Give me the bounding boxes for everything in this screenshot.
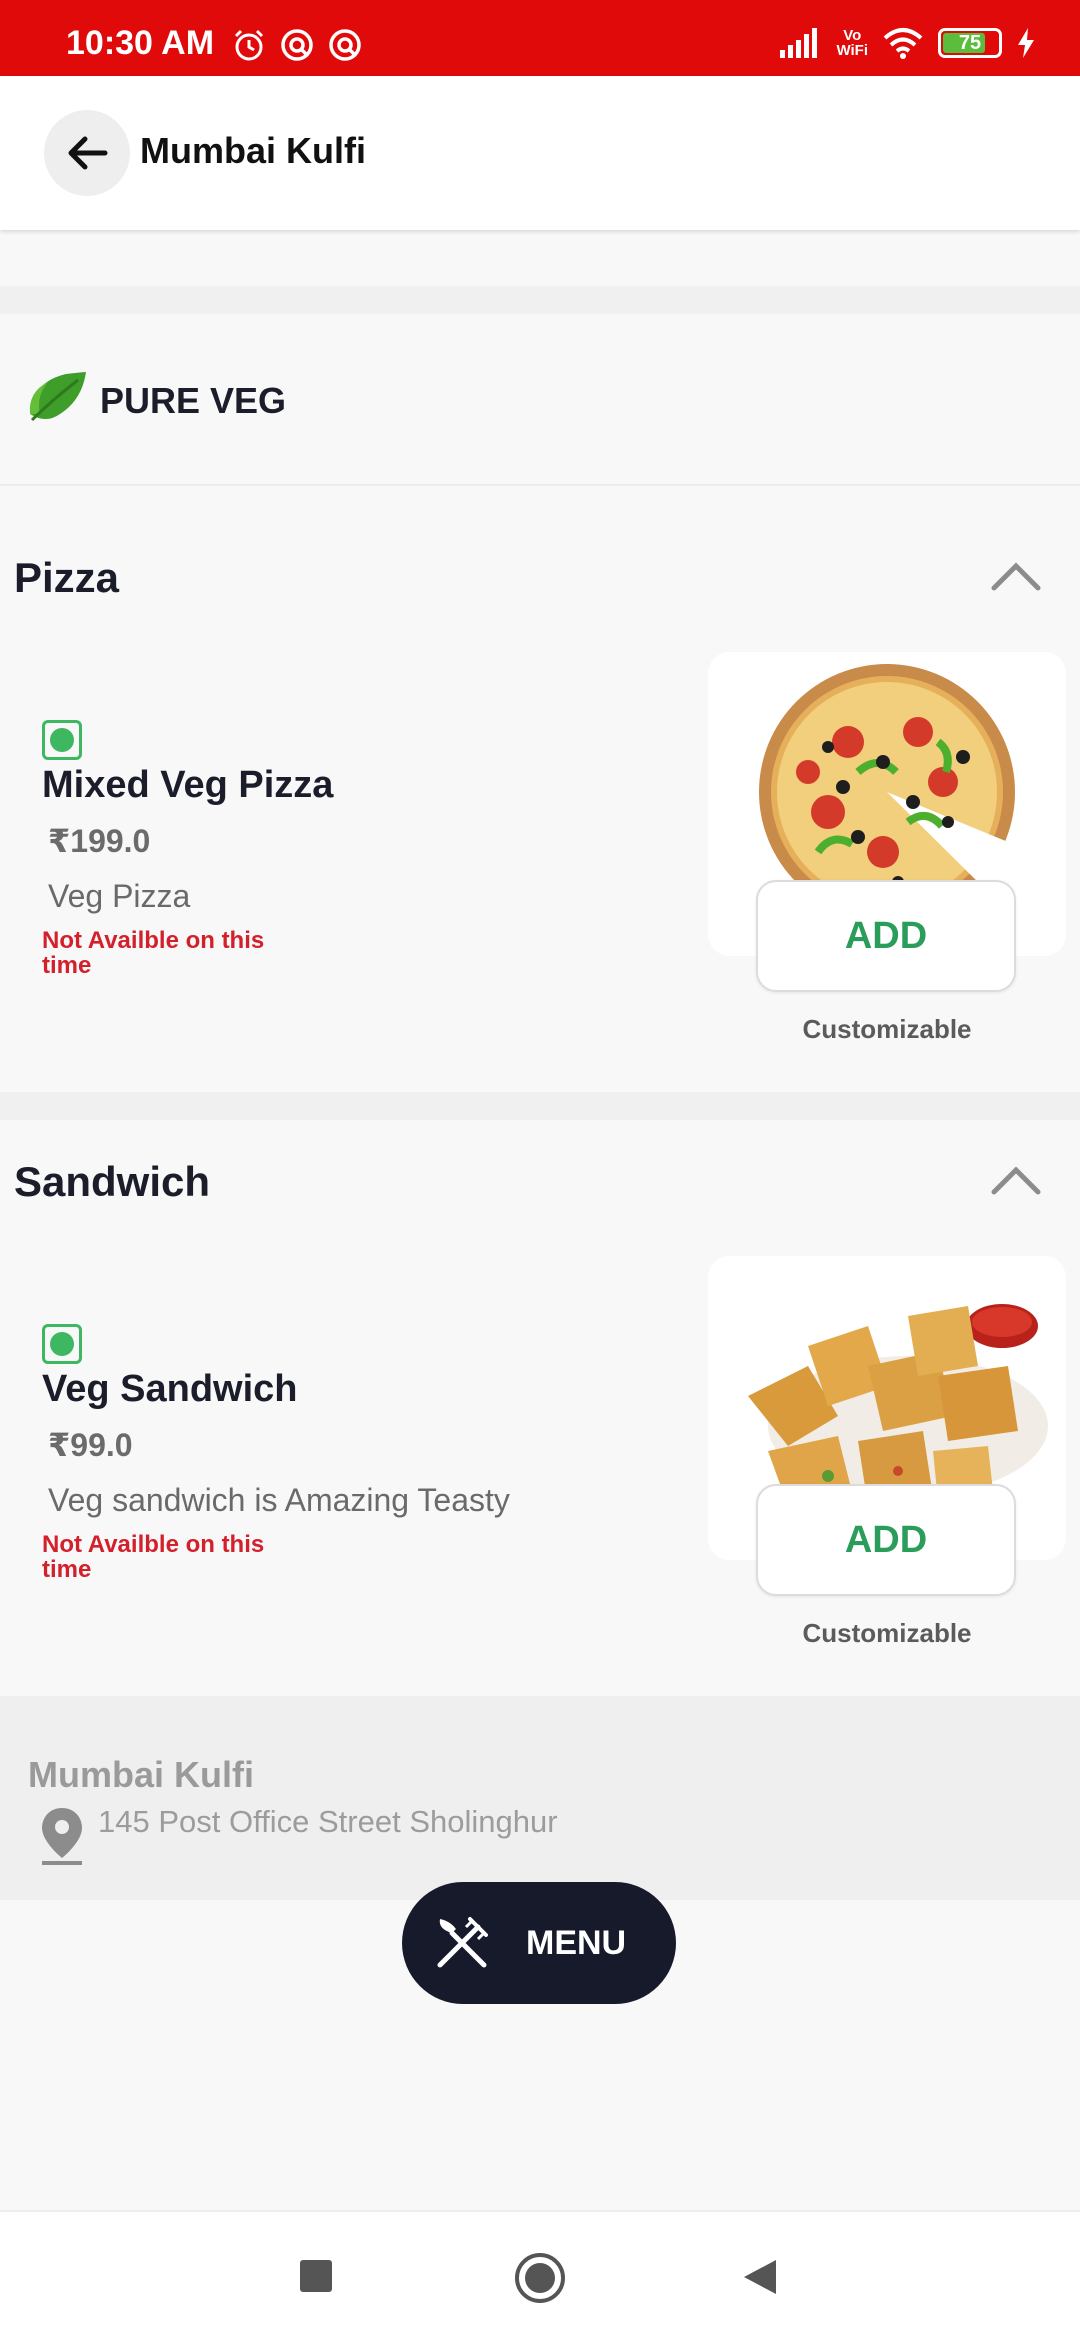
chevron-up-icon[interactable] [990, 558, 1042, 594]
item-unavailable-text: Not Availble on this time [42, 927, 265, 979]
customizable-label: Customizable [802, 1618, 972, 1648]
restaurant-address: 145 Post Office Street Sholinghur [98, 1804, 558, 1839]
restaurant-name: Mumbai Kulfi [28, 1754, 254, 1795]
category-title-sandwich[interactable]: Sandwich [14, 1158, 210, 1206]
item-name: Veg Sandwich [42, 1368, 298, 1410]
charging-bolt-icon [1018, 28, 1034, 58]
section-divider [0, 1092, 1080, 1120]
recent-apps-icon[interactable] [300, 2260, 332, 2292]
veg-indicator-dot [50, 728, 74, 752]
status-notification-icons [232, 28, 362, 62]
item-unavailable-text: Not Availble on this time [42, 1531, 265, 1583]
back-triangle-icon[interactable] [742, 2258, 778, 2296]
menu-button[interactable]: MENU [402, 1882, 676, 2004]
page-title: Mumbai Kulfi [140, 130, 366, 171]
pure-veg-label: PURE VEG [100, 380, 287, 421]
vowifi-indicator: Vo WiFi [836, 28, 868, 58]
restaurant-info: Mumbai Kulfi 145 Post Office Street Shol… [0, 1696, 1080, 1900]
status-time: 10:30 AM [66, 24, 215, 62]
battery-level: 75 [958, 31, 982, 54]
item-price: ₹199.0 [48, 823, 151, 859]
battery-icon: 75 [938, 28, 1002, 58]
status-bar: 10:30 AM Vo WiFi 75 [0, 0, 1080, 76]
item-name: Mixed Veg Pizza [42, 764, 334, 806]
menu-button-label: MENU [526, 1923, 627, 1962]
section-divider [0, 286, 1080, 314]
app-notification-icon [329, 29, 361, 61]
system-nav-bar [0, 2210, 1080, 2340]
add-button[interactable]: ADD [756, 880, 1016, 992]
vowifi-bottom-text: WiFi [836, 42, 868, 59]
status-system-icons: Vo WiFi 75 [780, 26, 1036, 60]
arrow-left-icon [68, 136, 108, 170]
home-icon[interactable] [514, 2252, 566, 2304]
chevron-up-icon[interactable] [990, 1162, 1042, 1198]
signal-icon [780, 28, 818, 58]
wifi-icon [883, 28, 923, 59]
veg-indicator-icon [42, 720, 82, 760]
veg-indicator-icon [42, 1324, 82, 1364]
pure-veg-badge: PURE VEG [0, 314, 1080, 486]
category-title-pizza[interactable]: Pizza [14, 554, 119, 602]
customizable-label: Customizable [802, 1014, 972, 1044]
app-notification-icon [281, 29, 313, 61]
leaf-icon [29, 372, 86, 422]
item-price: ₹99.0 [48, 1427, 133, 1463]
add-button[interactable]: ADD [756, 1484, 1016, 1596]
app-bar: Mumbai Kulfi [0, 76, 1080, 230]
fork-knife-icon [437, 1917, 488, 1968]
location-pin-icon [42, 1808, 82, 1865]
alarm-icon [234, 29, 264, 61]
veg-indicator-dot [50, 1332, 74, 1356]
item-description: Veg Pizza [48, 878, 191, 914]
back-button[interactable] [44, 110, 130, 196]
vowifi-top-text: Vo [843, 27, 862, 44]
item-description: Veg sandwich is Amazing Teasty [48, 1482, 510, 1518]
